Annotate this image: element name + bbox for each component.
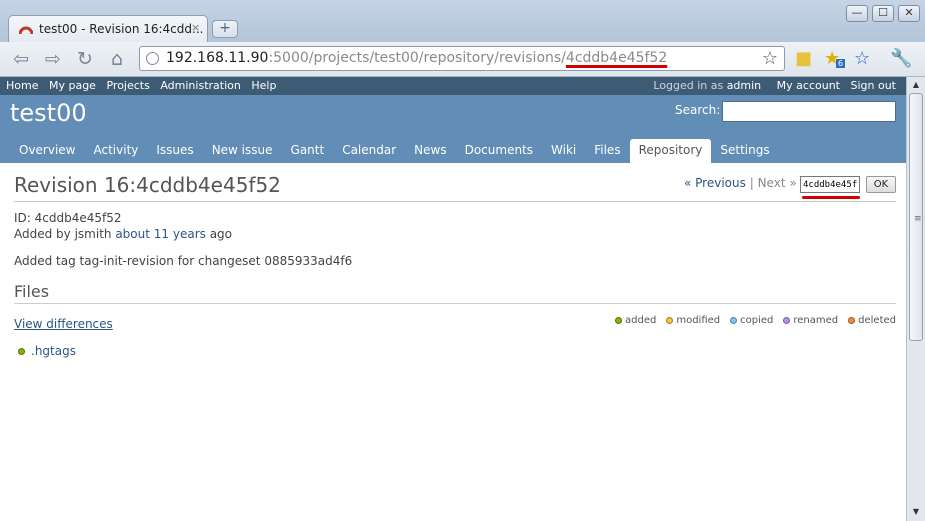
legend-renamed: renamed (783, 315, 838, 326)
top-menu-help[interactable]: Help (251, 79, 276, 92)
tab-wiki[interactable]: Wiki (542, 139, 585, 163)
top-menu-administration[interactable]: Administration (160, 79, 241, 92)
previous-revision-link[interactable]: « Previous (684, 176, 746, 190)
tab-activity[interactable]: Activity (85, 139, 148, 163)
tab-news[interactable]: News (405, 139, 455, 163)
redmine-page: Home My page Projects Administration Hel… (0, 77, 906, 521)
revision-input[interactable] (800, 176, 860, 193)
file-link[interactable]: .hgtags (31, 344, 76, 358)
new-tab-button[interactable]: + (212, 20, 238, 38)
address-bar[interactable]: 192.168.11.90:5000/projects/test00/repos… (139, 46, 785, 71)
legend-copied: copied (730, 315, 773, 326)
red-annotation-underline (802, 196, 860, 199)
browser-tab[interactable]: test00 - Revision 16:4cdd... × (8, 15, 208, 42)
blue-star-extension-icon[interactable]: ☆ (854, 48, 870, 69)
scroll-down-arrow-icon[interactable]: ▼ (907, 505, 925, 519)
browser-titlebar: test00 - Revision 16:4cdd... × + — ☐ ✕ (0, 0, 925, 42)
added-dot-icon (615, 317, 622, 324)
search-label: Search: (675, 103, 721, 117)
renamed-dot-icon (783, 317, 791, 324)
tab-issues[interactable]: Issues (147, 139, 202, 163)
tab-gantt[interactable]: Gantt (282, 139, 334, 163)
scroll-up-arrow-icon[interactable]: ▲ (907, 78, 925, 92)
back-arrow-icon[interactable]: ⇦ (8, 47, 34, 71)
folder-extension-icon[interactable]: ■ (795, 48, 812, 69)
logged-in-as: Logged in as admin (653, 79, 762, 92)
maximize-button[interactable]: ☐ (872, 5, 894, 22)
project-header: test00 Search: Overview Activity Issues … (0, 95, 906, 163)
title-divider (14, 201, 896, 202)
legend-added: added (615, 315, 656, 326)
redmine-favicon-icon (19, 26, 33, 35)
tab-files[interactable]: Files (585, 139, 629, 163)
top-menu: Home My page Projects Administration Hel… (0, 77, 906, 95)
url-revision-annotated: 4cddb4e45f52 (565, 50, 668, 66)
top-menu-home[interactable]: Home (6, 79, 38, 92)
top-menu-my-page[interactable]: My page (49, 79, 96, 92)
view-differences-link[interactable]: View differences (14, 317, 113, 331)
bookmark-star-icon[interactable]: ☆ (762, 48, 778, 69)
extension-badge: 6 (836, 59, 846, 68)
deleted-dot-icon (848, 317, 856, 324)
scrollbar-grip-icon: ≡ (914, 214, 922, 224)
vertical-scrollbar[interactable]: ▲ ≡ ▼ (906, 77, 925, 521)
home-icon[interactable]: ⌂ (104, 47, 130, 71)
tab-documents[interactable]: Documents (456, 139, 542, 163)
search-input[interactable] (722, 101, 896, 122)
tab-calendar[interactable]: Calendar (333, 139, 405, 163)
revision-navigation: « Previous | Next » (684, 176, 797, 190)
added-by-time-link[interactable]: about 11 years (115, 227, 206, 241)
wrench-menu-icon[interactable]: 🔧 (890, 48, 912, 69)
url-text: 192.168.11.90:5000/projects/test00/repos… (166, 50, 668, 66)
globe-icon (146, 52, 159, 65)
tab-overview[interactable]: Overview (10, 139, 85, 163)
next-revision-label: Next » (757, 176, 797, 190)
change-legend: added modified copied renamed deleted (615, 315, 896, 326)
nav-separator: | (749, 176, 754, 190)
minimize-button[interactable]: — (846, 5, 868, 22)
tab-title: test00 - Revision 16:4cdd... (39, 22, 204, 36)
project-title[interactable]: test00 (10, 99, 87, 127)
files-heading: Files (14, 282, 50, 301)
files-divider (14, 303, 896, 304)
main-menu: Overview Activity Issues New issue Gantt… (10, 139, 779, 163)
close-window-button[interactable]: ✕ (898, 5, 920, 22)
my-account-link[interactable]: My account (777, 79, 840, 92)
page-title: Revision 16:4cddb4e45f52 (14, 173, 281, 197)
revision-comment: Added tag tag-init-revision for changese… (14, 254, 353, 268)
copied-dot-icon (730, 317, 738, 324)
added-status-icon (18, 347, 25, 355)
tab-settings[interactable]: Settings (711, 139, 778, 163)
star-extension-icon[interactable]: ★ 6 (824, 48, 846, 69)
top-menu-projects[interactable]: Projects (106, 79, 149, 92)
legend-deleted: deleted (848, 315, 896, 326)
tab-repository[interactable]: Repository (629, 139, 712, 163)
ok-button[interactable]: OK (866, 176, 896, 193)
forward-arrow-icon[interactable]: ⇨ (40, 47, 66, 71)
added-by-line: Added by jsmith about 11 years ago (14, 227, 233, 241)
legend-modified: modified (666, 315, 720, 326)
modified-dot-icon (666, 317, 674, 324)
list-item: .hgtags (18, 344, 76, 358)
sign-out-link[interactable]: Sign out (850, 79, 896, 92)
scrollbar-thumb[interactable]: ≡ (909, 93, 923, 341)
tab-close-icon[interactable]: × (191, 21, 200, 34)
tab-new-issue[interactable]: New issue (203, 139, 282, 163)
revision-id: ID: 4cddb4e45f52 (14, 211, 122, 225)
reload-icon[interactable]: ↻ (72, 47, 98, 71)
logged-in-user[interactable]: admin (727, 79, 761, 92)
